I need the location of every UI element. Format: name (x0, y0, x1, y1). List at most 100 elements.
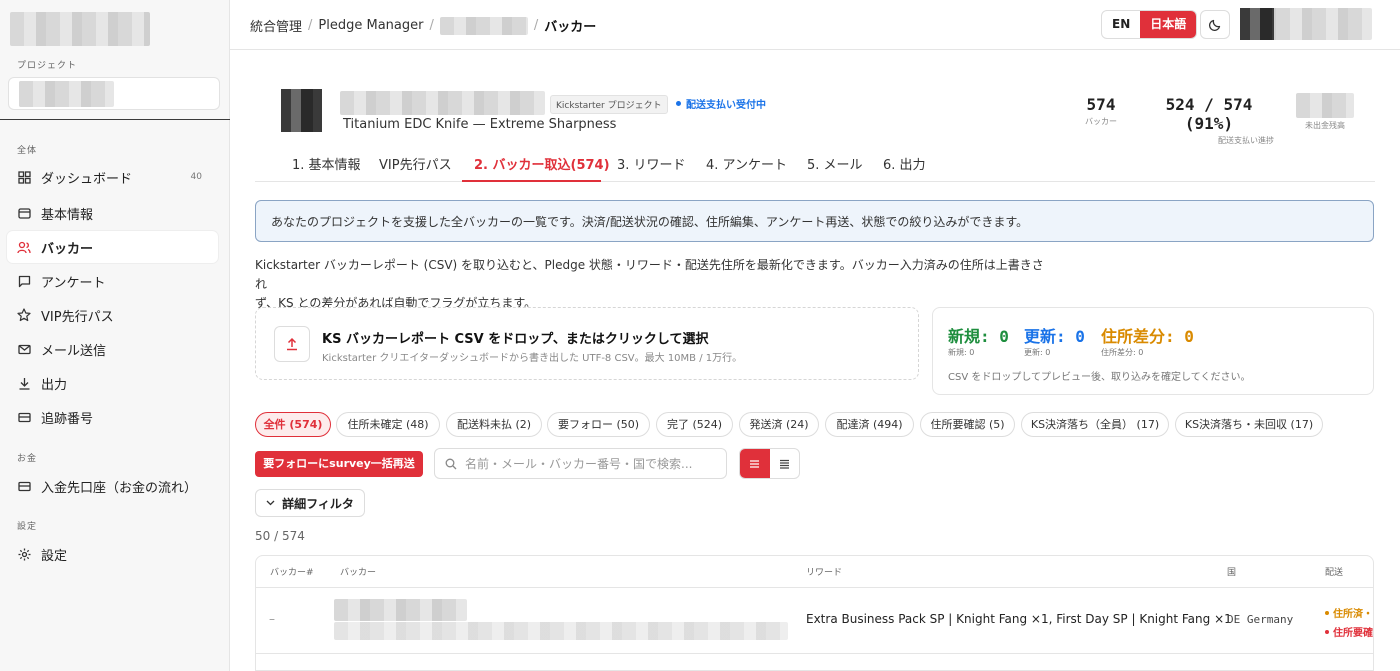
sidebar-item-basic-info[interactable]: 基本情報 (7, 197, 218, 229)
breadcrumb-item-pledge-manager[interactable]: Pledge Manager (318, 18, 423, 33)
sidebar-item-bank-account[interactable]: 入金先口座（お金の流れ） (7, 470, 218, 502)
sidebar-item-vip-pass[interactable]: VIP先行パス (7, 299, 218, 331)
avatar[interactable] (1240, 8, 1274, 40)
import-description-line: Kickstarter バッカーレポート (CSV) を取り込むと、Pledge… (255, 258, 1044, 291)
dashboard-grid-icon (17, 170, 31, 184)
advanced-filter-button[interactable]: 詳細フィルタ (255, 489, 365, 517)
view-mode-toggle (739, 448, 800, 479)
search-input[interactable] (465, 456, 715, 471)
backer-search[interactable] (434, 448, 727, 479)
download-icon (17, 376, 31, 390)
status-label: 住所要確 (1333, 628, 1373, 639)
star-icon (17, 308, 31, 322)
section-label-all: 全体 (17, 146, 38, 156)
lang-en-button[interactable]: EN (1102, 11, 1140, 38)
filter-chip-delivered[interactable]: 配達済 (494) (825, 412, 914, 437)
list-view-button[interactable] (740, 449, 770, 478)
count-address-diff-sub: 住所差分: 0 (1101, 348, 1144, 357)
filter-chip-shipping-unpaid[interactable]: 配送料未払 (2) (446, 412, 542, 437)
stat-shipping-progress: 524 / 574 (91%) 配送支払い進捗 (1140, 95, 1278, 146)
gear-icon (17, 547, 31, 561)
stat-backers-value: 574 (1086, 95, 1116, 114)
project-selector-name (19, 81, 114, 107)
sidebar-item-export[interactable]: 出力 (7, 367, 218, 399)
project-subtitle: Titanium EDC Knife — Extreme Sharpness (343, 117, 617, 132)
status-badge-address-done: 住所済・ (1325, 605, 1373, 620)
sidebar-item-label: VIP先行パス (41, 309, 114, 325)
search-icon (445, 458, 457, 469)
sidebar-item-label: 設定 (41, 548, 68, 564)
sidebar-item-dashboard[interactable]: ダッシュボード 40 (7, 161, 218, 193)
sidebar-item-label: バッカー (41, 241, 94, 257)
list-icon (750, 459, 760, 468)
sidebar-item-mail[interactable]: メール送信 (7, 333, 218, 365)
chevron-icon (19, 81, 31, 107)
breadcrumb-item-project[interactable] (439, 16, 528, 35)
column-header-backer[interactable]: バッカー (340, 565, 376, 578)
filter-chip-address-check[interactable]: 住所要確認 (5) (920, 412, 1015, 437)
project-title (340, 91, 545, 115)
filter-chip-completed[interactable]: 完了 (524) (656, 412, 733, 437)
lang-ja-button[interactable]: 日本語 (1140, 11, 1197, 38)
survey-message-icon (17, 274, 31, 288)
tab-rewards[interactable]: 3. リワード (617, 154, 686, 173)
filter-chip-ks-failed-uncollected[interactable]: KS決済落ち・未回収 (17) (1175, 412, 1323, 437)
breadcrumb-separator: / (533, 18, 539, 33)
project-selector[interactable] (8, 77, 220, 110)
status-dot-icon (1325, 629, 1329, 634)
stat-progress-label: 配送支払い進捗 (1218, 136, 1274, 145)
filter-chip-address-unconfirmed[interactable]: 住所未確定 (48) (336, 412, 440, 437)
section-label-money: お金 (17, 454, 38, 464)
tab-basic-info[interactable]: 1. 基本情報 (292, 154, 361, 173)
breadcrumb-item-admin[interactable]: 統合管理 (250, 16, 302, 35)
sidebar-item-settings[interactable]: 設定 (7, 538, 218, 570)
cell-reward: Extra Business Pack SP | Knight Fang ×1,… (806, 612, 1232, 626)
column-header-country[interactable]: 国 (1227, 565, 1236, 578)
backers-table: バッカー# バッカー リワード 国 配送 – Extra Business Pa… (255, 555, 1374, 671)
section-label-settings: 設定 (17, 522, 38, 532)
compact-view-button[interactable] (770, 449, 800, 478)
sidebar-item-survey[interactable]: アンケート (7, 265, 218, 297)
count-new-sub: 新規: 0 (948, 348, 975, 357)
filter-chip-all[interactable]: 全件 (574) (255, 412, 331, 437)
cell-backer-email (334, 622, 788, 640)
tab-vip-pass[interactable]: VIP先行パス (379, 154, 452, 173)
tab-export[interactable]: 6. 出力 (883, 154, 926, 173)
count-address-diff: 住所差分: 0 (1101, 327, 1194, 346)
app-logo[interactable] (10, 12, 150, 46)
sidebar-item-tracking[interactable]: 追跡番号 (7, 401, 218, 433)
sidebar-item-label: アンケート (41, 275, 106, 291)
active-tab-indicator (462, 180, 601, 182)
filter-chip-shipped[interactable]: 発送済 (24) (739, 412, 819, 437)
language-toggle: EN 日本語 (1101, 10, 1198, 39)
sidebar-item-label: ダッシュボード (41, 171, 133, 187)
project-thumbnail (281, 89, 322, 132)
import-description: Kickstarter バッカーレポート (CSV) を取り込むと、Pledge… (255, 256, 1055, 313)
bulk-resend-survey-button[interactable]: 要フォローにsurvey一括再送 (255, 451, 423, 477)
sidebar-item-backers[interactable]: バッカー (7, 231, 218, 263)
sidebar-divider (0, 119, 230, 120)
users-icon (17, 240, 31, 254)
sidebar-item-label: 出力 (41, 377, 68, 393)
column-header-backer-number[interactable]: バッカー# (270, 565, 314, 578)
breadcrumb-item-current: バッカー (544, 20, 597, 35)
tab-survey[interactable]: 4. アンケート (706, 154, 787, 173)
mail-icon (17, 342, 31, 356)
stat-progress-value: 524 / 574 (91%) (1165, 95, 1253, 133)
column-header-shipping[interactable]: 配送 (1325, 565, 1343, 578)
tab-mail[interactable]: 5. メール (807, 154, 863, 173)
stat-backers: 574 バッカー (1080, 95, 1122, 127)
import-preview-counts: 新規: 0 新規: 0 更新: 0 更新: 0 住所差分: 0 住所差分: 0 … (932, 307, 1374, 395)
moon-icon (1208, 19, 1220, 31)
status-badge-address-check: 住所要確 (1325, 624, 1373, 639)
cell-backer-number: – (269, 612, 275, 626)
count-updated-sub: 更新: 0 (1024, 348, 1051, 357)
tab-backer-import[interactable]: 2. バッカー取込(574) (474, 154, 610, 173)
table-header-divider (256, 587, 1373, 588)
filter-chip-follow-up[interactable]: 要フォロー (50) (547, 412, 650, 437)
filter-chip-ks-failed-all[interactable]: KS決済落ち（全員） (17) (1021, 412, 1169, 437)
csv-dropzone[interactable]: KS バッカーレポート CSV をドロップ、またはクリックして選択 Kickst… (255, 307, 919, 380)
status-label: 住所済・ (1333, 609, 1373, 620)
theme-toggle-button[interactable] (1200, 10, 1230, 39)
column-header-reward[interactable]: リワード (806, 565, 842, 578)
